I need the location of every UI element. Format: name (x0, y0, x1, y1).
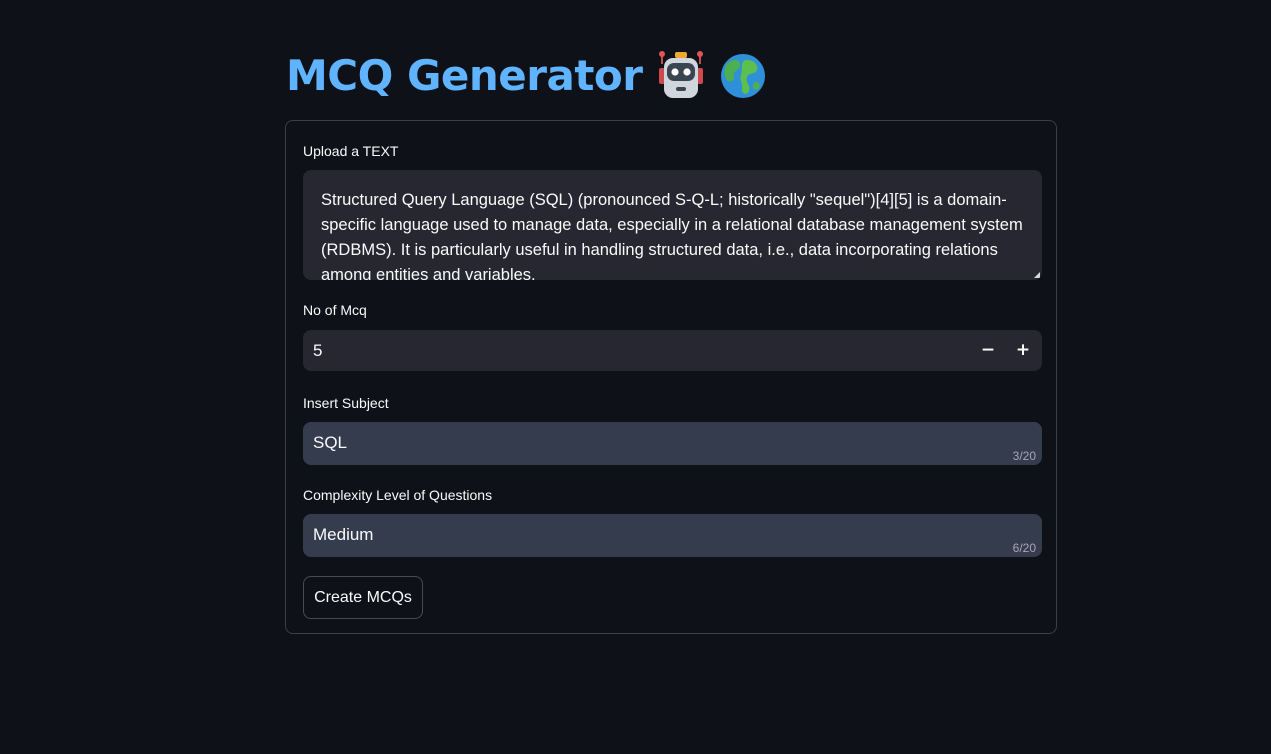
text-upload-value: Structured Query Language (SQL) (pronoun… (321, 191, 1023, 280)
mcq-form: Upload a TEXT Structured Query Language … (285, 120, 1057, 634)
decrement-button[interactable]: − (971, 330, 1005, 371)
subject-char-count: 3/20 (1012, 449, 1036, 463)
resize-handle-icon[interactable] (1034, 272, 1040, 278)
text-upload-label: Upload a TEXT (303, 143, 399, 159)
mcq-count-input[interactable]: 5 − + (303, 330, 1042, 371)
complexity-char-count: 6/20 (1012, 541, 1036, 555)
app-page: MCQ Generator Upload a TEXT Structured Q… (0, 0, 1271, 754)
increment-button[interactable]: + (1006, 330, 1040, 371)
page-title: MCQ Generator (286, 51, 643, 100)
globe-icon (720, 54, 765, 98)
subject-value: SQL (313, 433, 348, 452)
complexity-label: Complexity Level of Questions (303, 487, 493, 503)
complexity-input[interactable]: Medium 6/20 (303, 514, 1042, 557)
mcq-count-label: No of Mcq (303, 302, 367, 318)
robot-icon (658, 51, 703, 98)
create-mcqs-button[interactable]: Create MCQs (303, 576, 423, 619)
text-upload-textarea[interactable]: Structured Query Language (SQL) (pronoun… (303, 170, 1042, 280)
complexity-value: Medium (313, 525, 374, 544)
title-row: MCQ Generator (286, 44, 767, 108)
subject-input[interactable]: SQL 3/20 (303, 422, 1042, 465)
subject-label: Insert Subject (303, 395, 389, 411)
mcq-count-value: 5 (313, 341, 323, 360)
